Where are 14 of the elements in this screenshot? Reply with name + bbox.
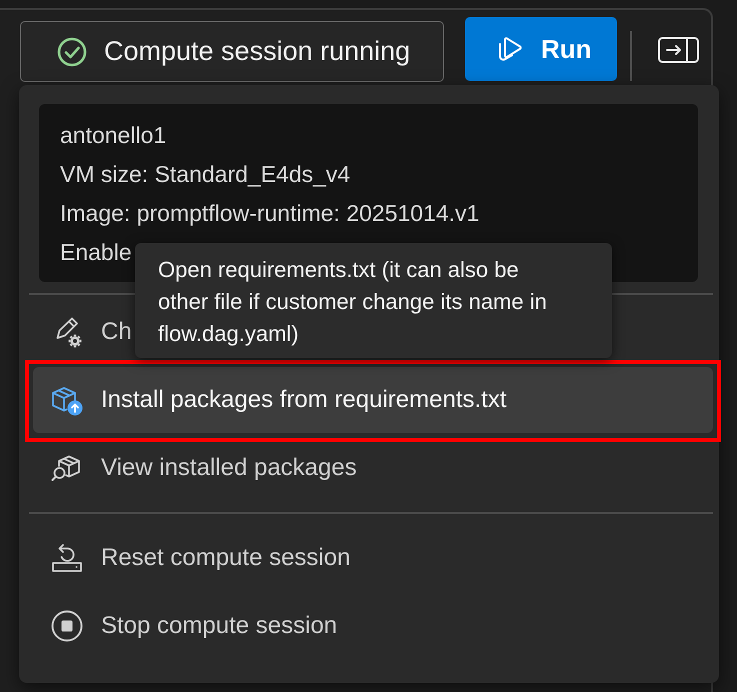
menu-item[interactable]: Install packages from requirements.txt (33, 367, 713, 433)
stop-icon (50, 609, 84, 643)
info-line: Image: promptflow-runtime: 20251014.v1 (60, 199, 480, 228)
info-line: antonello1 (60, 121, 166, 150)
status-button[interactable]: Compute session running (20, 21, 444, 82)
tray-refresh-icon (50, 541, 84, 575)
run-button[interactable]: Run (465, 17, 617, 81)
tooltip: Open requirements.txt (it can also be other file if customer change its name in flow.dag.yaml) (135, 243, 612, 358)
side-panel-icon[interactable] (658, 37, 699, 63)
menu-item[interactable]: Stop compute session (33, 593, 352, 659)
info-line: VM size: Standard_E4ds_v4 (60, 160, 350, 189)
menu-item[interactable]: Reset compute session (33, 525, 364, 591)
menu-item[interactable]: View installed packages (33, 435, 371, 501)
info-line: Enable (60, 238, 132, 267)
